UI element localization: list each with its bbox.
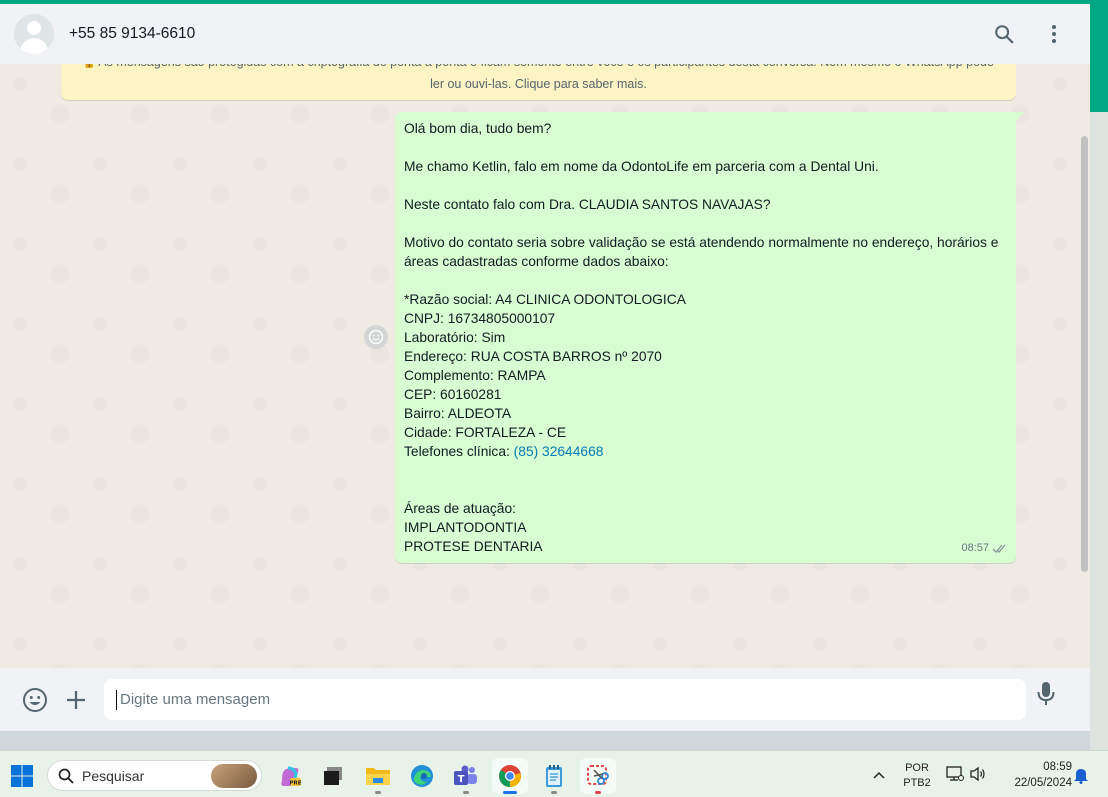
emoji-icon[interactable] bbox=[14, 679, 56, 721]
message-bubble[interactable]: Olá bom dia, tudo bem? Me chamo Ketlin, … bbox=[395, 112, 1024, 563]
plus-icon[interactable] bbox=[55, 679, 97, 721]
svg-text:T: T bbox=[458, 774, 465, 785]
window-accent-edge bbox=[1090, 4, 1108, 112]
keyboard-layout: PTB2 bbox=[903, 777, 931, 789]
window-bottom-gap bbox=[0, 731, 1090, 750]
snipping-tool-icon[interactable] bbox=[580, 758, 616, 794]
lock-icon: 🔒 bbox=[83, 64, 98, 69]
message-composer: Digite uma mensagem bbox=[0, 668, 1090, 731]
notification-bell-icon[interactable] bbox=[1073, 767, 1089, 789]
mic-icon[interactable] bbox=[1036, 681, 1056, 712]
menu-icon[interactable] bbox=[1034, 14, 1074, 54]
copilot-icon[interactable]: PRE bbox=[272, 758, 308, 794]
chat-panel: 🔒 As mensagens são protegidas com a crip… bbox=[0, 64, 1090, 668]
search-label: Pesquisar bbox=[82, 767, 145, 784]
notepad-icon[interactable] bbox=[536, 758, 572, 794]
teams-icon[interactable]: T bbox=[448, 758, 484, 794]
chevron-up-icon[interactable] bbox=[872, 767, 886, 785]
search-icon[interactable] bbox=[984, 14, 1024, 54]
network-icon[interactable] bbox=[946, 766, 964, 787]
encryption-notice[interactable]: 🔒 As mensagens são protegidas com a crip… bbox=[61, 64, 1016, 100]
language-code: POR bbox=[905, 762, 929, 774]
window-edge bbox=[1090, 112, 1108, 750]
chat-scrollbar[interactable] bbox=[1081, 136, 1088, 572]
taskbar-search[interactable]: Pesquisar bbox=[47, 760, 262, 791]
windows-start-icon[interactable] bbox=[10, 764, 34, 793]
reaction-icon[interactable] bbox=[364, 325, 388, 349]
clock-time: 08:59 bbox=[1043, 761, 1072, 773]
encryption-notice-text: As mensagens são protegidas com a cripto… bbox=[98, 64, 994, 91]
chat-header: +55 85 9134-6610 bbox=[0, 4, 1090, 64]
message-input-placeholder: Digite uma mensagem bbox=[120, 691, 271, 708]
system-clock[interactable]: 08:59 22/05/2024 bbox=[996, 759, 1072, 791]
clock-date: 22/05/2024 bbox=[1014, 777, 1072, 789]
chrome-icon[interactable] bbox=[492, 758, 528, 794]
svg-text:PRE: PRE bbox=[289, 781, 301, 787]
file-explorer-icon[interactable] bbox=[360, 758, 396, 794]
edge-icon[interactable] bbox=[404, 758, 440, 794]
avatar[interactable] bbox=[14, 14, 54, 54]
message-text: Olá bom dia, tudo bem? Me chamo Ketlin, … bbox=[404, 121, 999, 554]
task-view-icon[interactable] bbox=[315, 758, 351, 794]
message-input[interactable]: Digite uma mensagem bbox=[104, 679, 1026, 720]
message-meta: 08:57 bbox=[961, 542, 1008, 554]
language-indicator[interactable]: POR PTB2 bbox=[900, 761, 934, 791]
message-time: 08:57 bbox=[961, 542, 989, 554]
phone-link[interactable]: (85) 32644668 bbox=[514, 444, 604, 459]
windows-taskbar: Pesquisar PRE T POR PTB2 08:59 22/05/202… bbox=[0, 750, 1108, 797]
double-check-icon bbox=[992, 544, 1006, 553]
search-icon bbox=[58, 768, 74, 784]
volume-icon[interactable] bbox=[969, 766, 987, 787]
search-highlight-image bbox=[211, 764, 257, 788]
contact-name[interactable]: +55 85 9134-6610 bbox=[69, 25, 195, 43]
